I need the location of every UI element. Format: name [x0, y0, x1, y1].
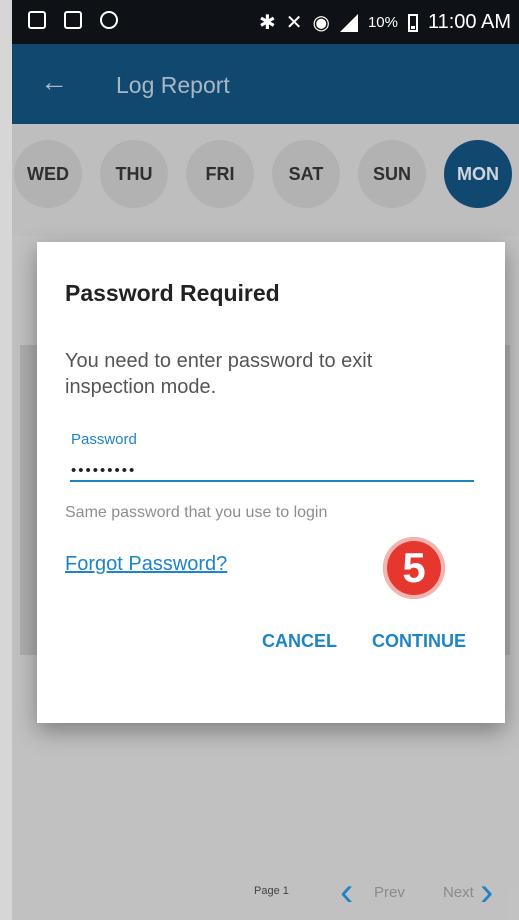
clock: 11:00 AM: [427, 11, 511, 33]
notification-icons: [28, 11, 118, 29]
dialog-message: You need to enter password to exit inspe…: [65, 350, 373, 398]
notification-icon: [28, 11, 46, 29]
wifi-icon: ◉: [312, 12, 330, 34]
status-bar: ✱ ✕ ◉ 10% 11:00 AM: [12, 0, 519, 44]
signal-icon: [339, 13, 358, 32]
next-button[interactable]: Next: [443, 884, 474, 901]
continue-button[interactable]: CONTINUE: [372, 631, 466, 652]
screenshot-icon: [64, 11, 82, 29]
battery-percent: 10%: [367, 14, 398, 31]
forgot-password-link[interactable]: Forgot Password?: [65, 553, 227, 576]
password-input[interactable]: •••••••••: [71, 462, 136, 479]
page-number: Page 1: [254, 885, 289, 897]
chevron-left-icon[interactable]: ‹: [340, 872, 353, 912]
dialog-title: Password Required: [65, 280, 280, 306]
password-underline: [70, 480, 474, 482]
password-label: Password: [71, 431, 137, 448]
mute-icon: ✕: [285, 12, 303, 34]
password-dialog: Password Required You need to enter pass…: [37, 242, 505, 723]
battery-icon: [407, 13, 418, 32]
chevron-right-icon[interactable]: ›: [480, 872, 493, 912]
step-badge: 5: [383, 537, 445, 599]
password-hint: Same password that you use to login: [65, 504, 328, 521]
system-icons: ✱ ✕ ◉ 10% 11:00 AM: [259, 10, 511, 35]
prev-button[interactable]: Prev: [374, 884, 405, 901]
bluetooth-icon: ✱: [258, 12, 276, 34]
cancel-button[interactable]: CANCEL: [262, 631, 337, 652]
sync-icon: [100, 11, 118, 29]
